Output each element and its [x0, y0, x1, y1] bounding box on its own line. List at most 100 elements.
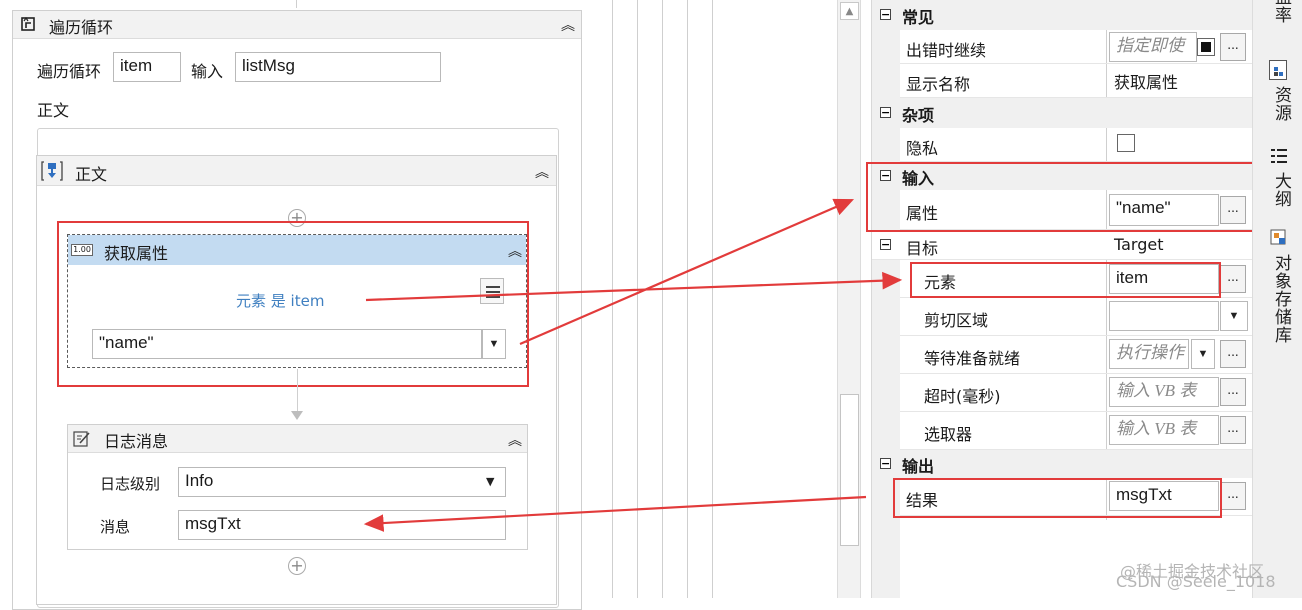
- foreach-header[interactable]: 遍历循环 ︽: [13, 11, 581, 39]
- side-tab-outline[interactable]: 大纲: [1269, 172, 1294, 208]
- log-message-field[interactable]: msgTxt: [178, 510, 506, 540]
- collapse-icon[interactable]: ︽: [561, 15, 575, 35]
- collapse-icon[interactable]: ︽: [535, 162, 549, 182]
- menu-icon[interactable]: [480, 278, 504, 304]
- designer-canvas: 遍历循环 ︽ 遍历循环 item 输入 listMsg 正文 正文 ︽ + 1.…: [0, 0, 612, 610]
- foreach-loop-label: 遍历循环: [37, 62, 102, 81]
- divider: [662, 0, 663, 598]
- get-attribute-activity[interactable]: 1.00 获取属性 ︽ 元素 是 item "name" ▼: [67, 234, 527, 368]
- log-level-label: 日志级别: [100, 475, 161, 493]
- scroll-thumb[interactable]: [840, 394, 859, 546]
- clipping-region-dropdown[interactable]: [1109, 301, 1219, 331]
- property-row: 剪切区域 ▼: [900, 298, 1252, 336]
- watermark: CSDN @Seele_1018: [1116, 572, 1276, 591]
- vertical-scrollbar[interactable]: ▲: [837, 0, 861, 598]
- ellipsis-button[interactable]: ...: [1220, 482, 1246, 510]
- chevron-down-icon[interactable]: ▼: [482, 329, 506, 359]
- collapse-icon[interactable]: −: [880, 9, 891, 20]
- foreach-input-field[interactable]: listMsg: [235, 52, 441, 82]
- log-level-dropdown[interactable]: Info: [178, 467, 506, 497]
- side-tab-resources[interactable]: 资源: [1269, 86, 1294, 122]
- collapse-icon[interactable]: −: [880, 458, 891, 469]
- section-misc[interactable]: − 杂项: [872, 98, 1252, 128]
- ellipsis-button[interactable]: ...: [1220, 33, 1246, 61]
- ellipsis-button[interactable]: ...: [1220, 340, 1246, 368]
- property-label: 出错时继续: [906, 41, 987, 60]
- section-common[interactable]: − 常见: [872, 0, 1252, 30]
- log-message-title: 日志消息: [104, 432, 169, 451]
- sequence-icon: [41, 160, 63, 182]
- outline-icon: [1269, 146, 1289, 166]
- connector-line: [297, 369, 298, 413]
- collapse-icon[interactable]: ︽: [508, 241, 522, 261]
- foreach-body-label: 正文: [37, 101, 70, 120]
- property-row: 超时(毫秒) 输入 VB 表 ...: [900, 374, 1252, 412]
- side-tab-bar: 覆盖率 资源 大纲 对象存储库: [1252, 0, 1302, 598]
- property-label: 选取器: [924, 425, 973, 444]
- get-attribute-header[interactable]: 1.00 获取属性 ︽: [68, 235, 526, 265]
- chevron-down-icon[interactable]: ▼: [486, 475, 494, 488]
- property-label: 显示名称: [906, 75, 971, 94]
- property-label: 隐私: [906, 139, 939, 158]
- get-attribute-icon: 1.00: [71, 244, 93, 256]
- attribute-dropdown[interactable]: "name": [92, 329, 482, 359]
- property-row: 出错时继续 指定即使 ...: [900, 30, 1252, 64]
- property-row: 隐私: [900, 128, 1252, 162]
- log-message-activity[interactable]: 日志消息 ︽ 日志级别 Info ▼ 消息 msgTxt: [67, 424, 528, 550]
- add-activity-icon[interactable]: +: [288, 557, 306, 575]
- section-header: 输出: [902, 457, 935, 476]
- foreach-item-field[interactable]: item: [113, 52, 181, 82]
- property-row: 选取器 输入 VB 表 ...: [900, 412, 1252, 450]
- chevron-down-icon[interactable]: ▼: [1191, 339, 1215, 369]
- log-message-header[interactable]: 日志消息 ︽: [68, 425, 527, 453]
- divider: [712, 0, 713, 598]
- sequence-header[interactable]: 正文 ︽: [37, 156, 556, 186]
- property-row: 显示名称 获取属性: [900, 64, 1252, 98]
- collapse-icon[interactable]: −: [880, 107, 891, 118]
- divider: [637, 0, 638, 598]
- ellipsis-button[interactable]: ...: [1220, 265, 1246, 293]
- sequence-title: 正文: [75, 165, 108, 184]
- annotation-box: [893, 478, 1222, 518]
- property-label: 超时(毫秒): [924, 387, 1001, 406]
- annotation-box: [910, 262, 1221, 298]
- target-type: Target: [1114, 235, 1164, 254]
- private-checkbox[interactable]: [1117, 134, 1135, 152]
- selector-field[interactable]: 输入 VB 表: [1109, 415, 1219, 445]
- property-row: 等待准备就绪 执行操作 ▼ ...: [900, 336, 1252, 374]
- section-target[interactable]: − 目标 Target: [872, 230, 1252, 260]
- side-tab-object-repository[interactable]: 对象存储库: [1269, 254, 1294, 344]
- get-attribute-title: 获取属性: [104, 244, 169, 263]
- collapse-icon[interactable]: ︽: [508, 430, 522, 450]
- section-header: 杂项: [902, 106, 935, 125]
- object-repository-icon: [1269, 228, 1289, 248]
- resources-icon: [1269, 60, 1287, 80]
- property-label: 等待准备就绪: [924, 349, 1021, 368]
- property-label: 剪切区域: [924, 311, 989, 330]
- divider: [612, 0, 613, 598]
- foreach-input-label: 输入: [191, 62, 224, 81]
- section-header: 目标: [906, 239, 939, 258]
- chevron-down-icon[interactable]: ▼: [1220, 301, 1248, 331]
- scroll-up-icon[interactable]: ▲: [840, 2, 859, 20]
- connector-line: [296, 0, 297, 8]
- wait-for-ready-field[interactable]: 执行操作: [1109, 339, 1189, 369]
- checkbox-icon[interactable]: [1197, 38, 1215, 56]
- connector-arrow: [291, 411, 303, 420]
- ellipsis-button[interactable]: ...: [1220, 378, 1246, 406]
- continue-on-error-field[interactable]: 指定即使: [1109, 32, 1197, 62]
- foreach-title: 遍历循环: [49, 18, 114, 37]
- ellipsis-button[interactable]: ...: [1220, 416, 1246, 444]
- timeout-field[interactable]: 输入 VB 表: [1109, 377, 1219, 407]
- section-output[interactable]: − 输出: [872, 450, 1252, 478]
- annotation-box: [866, 162, 1258, 232]
- element-hint[interactable]: 元素 是 item: [236, 290, 324, 311]
- foreach-icon: [19, 15, 37, 33]
- collapse-icon[interactable]: −: [880, 239, 891, 250]
- log-icon: [72, 429, 92, 449]
- side-tab-coverage[interactable]: 覆盖率: [1269, 0, 1294, 46]
- log-message-label: 消息: [100, 518, 131, 536]
- section-header: 常见: [902, 8, 935, 27]
- display-name-field[interactable]: 获取属性: [1114, 69, 1178, 93]
- divider: [687, 0, 688, 598]
